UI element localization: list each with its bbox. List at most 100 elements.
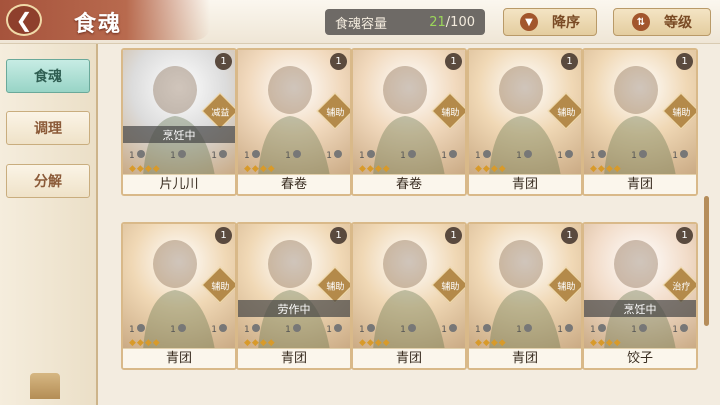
food-soul-card[interactable]: 1 辅助 1 1 1 ◆◆◆◆ 青团 (582, 48, 698, 196)
card-name: 青团 (123, 348, 235, 368)
stat-item: 1 (557, 323, 575, 335)
stat-item: 1 (631, 149, 649, 161)
rarity-stars-icon: ◆◆◆◆ (590, 164, 622, 174)
card-name: 春卷 (353, 174, 465, 194)
stat-item: 1 (631, 323, 649, 335)
skill-icon (679, 323, 688, 332)
skill-icon (366, 323, 375, 332)
skill-icon (251, 149, 260, 158)
food-soul-card[interactable]: 1 辅助 1 1 1 ◆◆◆◆ 春卷 (351, 48, 467, 196)
stat-item: 1 (400, 323, 418, 335)
card-stats: 1 1 1 (129, 322, 229, 336)
skill-icon (597, 323, 606, 332)
stat-item: 1 (400, 149, 418, 161)
role-label: 辅助 (441, 282, 460, 293)
skill-icon (407, 149, 416, 158)
level-badge: 1 (676, 227, 693, 244)
stat-item: 1 (326, 149, 344, 161)
skill-icon (679, 149, 688, 158)
back-button[interactable]: ❮ (6, 4, 42, 36)
skill-icon (177, 149, 186, 158)
card-stats: 1 1 1 (359, 148, 459, 162)
tab-label: 调理 (34, 121, 62, 137)
card-stats: 1 1 1 (129, 148, 229, 162)
food-soul-card[interactable]: 1 辅助 1 1 1 ◆◆◆◆ 青团 (467, 222, 583, 370)
stat-item: 1 (475, 323, 493, 335)
tab-decompose[interactable]: 分解 (6, 164, 90, 198)
top-bar: ❮ 食魂 食魂容量 21/100 ▼ 降序 ⇅ 等级 (0, 0, 720, 44)
food-soul-card[interactable]: 1 辅助 1 1 1 ◆◆◆◆ 春卷 (236, 48, 352, 196)
role-label: 治疗 (672, 282, 691, 293)
skill-icon (292, 149, 301, 158)
capacity-display: 食魂容量 21/100 (325, 9, 485, 35)
level-badge: 1 (676, 53, 693, 70)
level-badge: 1 (561, 227, 578, 244)
role-label: 辅助 (326, 108, 345, 119)
card-name: 青团 (469, 348, 581, 368)
skill-icon (292, 323, 301, 332)
food-soul-card[interactable]: 1 辅助 1 1 1 ◆◆◆◆ 青团 (121, 222, 237, 370)
card-stats: 1 1 1 (244, 322, 344, 336)
tab-label: 分解 (34, 174, 62, 190)
stat-item: 1 (129, 149, 147, 161)
stat-item: 1 (441, 323, 459, 335)
skill-icon (218, 149, 227, 158)
card-stats: 1 1 1 (590, 322, 690, 336)
grid-scrollbar[interactable] (704, 196, 709, 326)
level-badge: 1 (561, 53, 578, 70)
food-soul-card[interactable]: 1 减益 烹饪中 1 1 1 ◆◆◆◆ 片儿川 (121, 48, 237, 196)
level-badge: 1 (330, 227, 347, 244)
food-soul-card[interactable]: 1 治疗 烹饪中 1 1 1 ◆◆◆◆ 饺子 (582, 222, 698, 370)
food-soul-card[interactable]: 1 辅助 1 1 1 ◆◆◆◆ 青团 (467, 48, 583, 196)
role-label: 辅助 (557, 108, 576, 119)
tab-food-souls[interactable]: 食魂 (6, 59, 90, 93)
food-soul-card[interactable]: 1 辅助 1 1 1 ◆◆◆◆ 青团 (351, 222, 467, 370)
skill-icon (482, 323, 491, 332)
level-badge: 1 (445, 227, 462, 244)
rarity-stars-icon: ◆◆◆◆ (475, 338, 507, 348)
level-badge: 1 (330, 53, 347, 70)
role-label: 辅助 (326, 282, 345, 293)
card-name: 青团 (238, 348, 350, 368)
stat-item: 1 (441, 149, 459, 161)
skill-icon (597, 149, 606, 158)
sort-level-label: 等级 (664, 15, 692, 31)
skill-icon (564, 323, 573, 332)
capacity-label: 食魂容量 (335, 16, 388, 32)
rarity-stars-icon: ◆◆◆◆ (359, 164, 391, 174)
card-name: 青团 (353, 348, 465, 368)
level-badge: 1 (445, 53, 462, 70)
stat-item: 1 (211, 323, 229, 335)
card-stats: 1 1 1 (359, 322, 459, 336)
rarity-stars-icon: ◆◆◆◆ (475, 164, 507, 174)
role-label: 辅助 (441, 108, 460, 119)
stat-item: 1 (244, 149, 262, 161)
sort-level-button[interactable]: ⇅ 等级 (613, 8, 711, 36)
stat-item: 1 (672, 323, 690, 335)
card-status: 烹饪中 (123, 126, 235, 143)
role-label: 辅助 (672, 108, 691, 119)
skill-icon (564, 149, 573, 158)
role-label: 辅助 (211, 282, 230, 293)
tab-refine[interactable]: 调理 (6, 111, 90, 145)
stat-item: 1 (590, 323, 608, 335)
skill-icon (333, 323, 342, 332)
stat-item: 1 (516, 323, 534, 335)
card-status: 劳作中 (238, 300, 350, 317)
page-title: 食魂 (74, 12, 123, 37)
back-arrow-icon: ❮ (15, 8, 33, 32)
stat-item: 1 (285, 323, 303, 335)
role-label: 减益 (211, 108, 230, 119)
sort-order-button[interactable]: ▼ 降序 (503, 8, 597, 36)
stat-item: 1 (211, 149, 229, 161)
stat-item: 1 (129, 323, 147, 335)
skill-icon (448, 323, 457, 332)
skill-icon (523, 149, 532, 158)
food-soul-card[interactable]: 1 辅助 劳作中 1 1 1 ◆◆◆◆ 青团 (236, 222, 352, 370)
skill-icon (136, 323, 145, 332)
stat-item: 1 (516, 149, 534, 161)
card-name: 青团 (584, 174, 696, 194)
stat-item: 1 (359, 149, 377, 161)
stat-item: 1 (170, 149, 188, 161)
food-soul-grid: 1 减益 烹饪中 1 1 1 ◆◆◆◆ 片儿川 1 辅助 1 1 1 ◆◆◆◆ … (102, 44, 700, 405)
